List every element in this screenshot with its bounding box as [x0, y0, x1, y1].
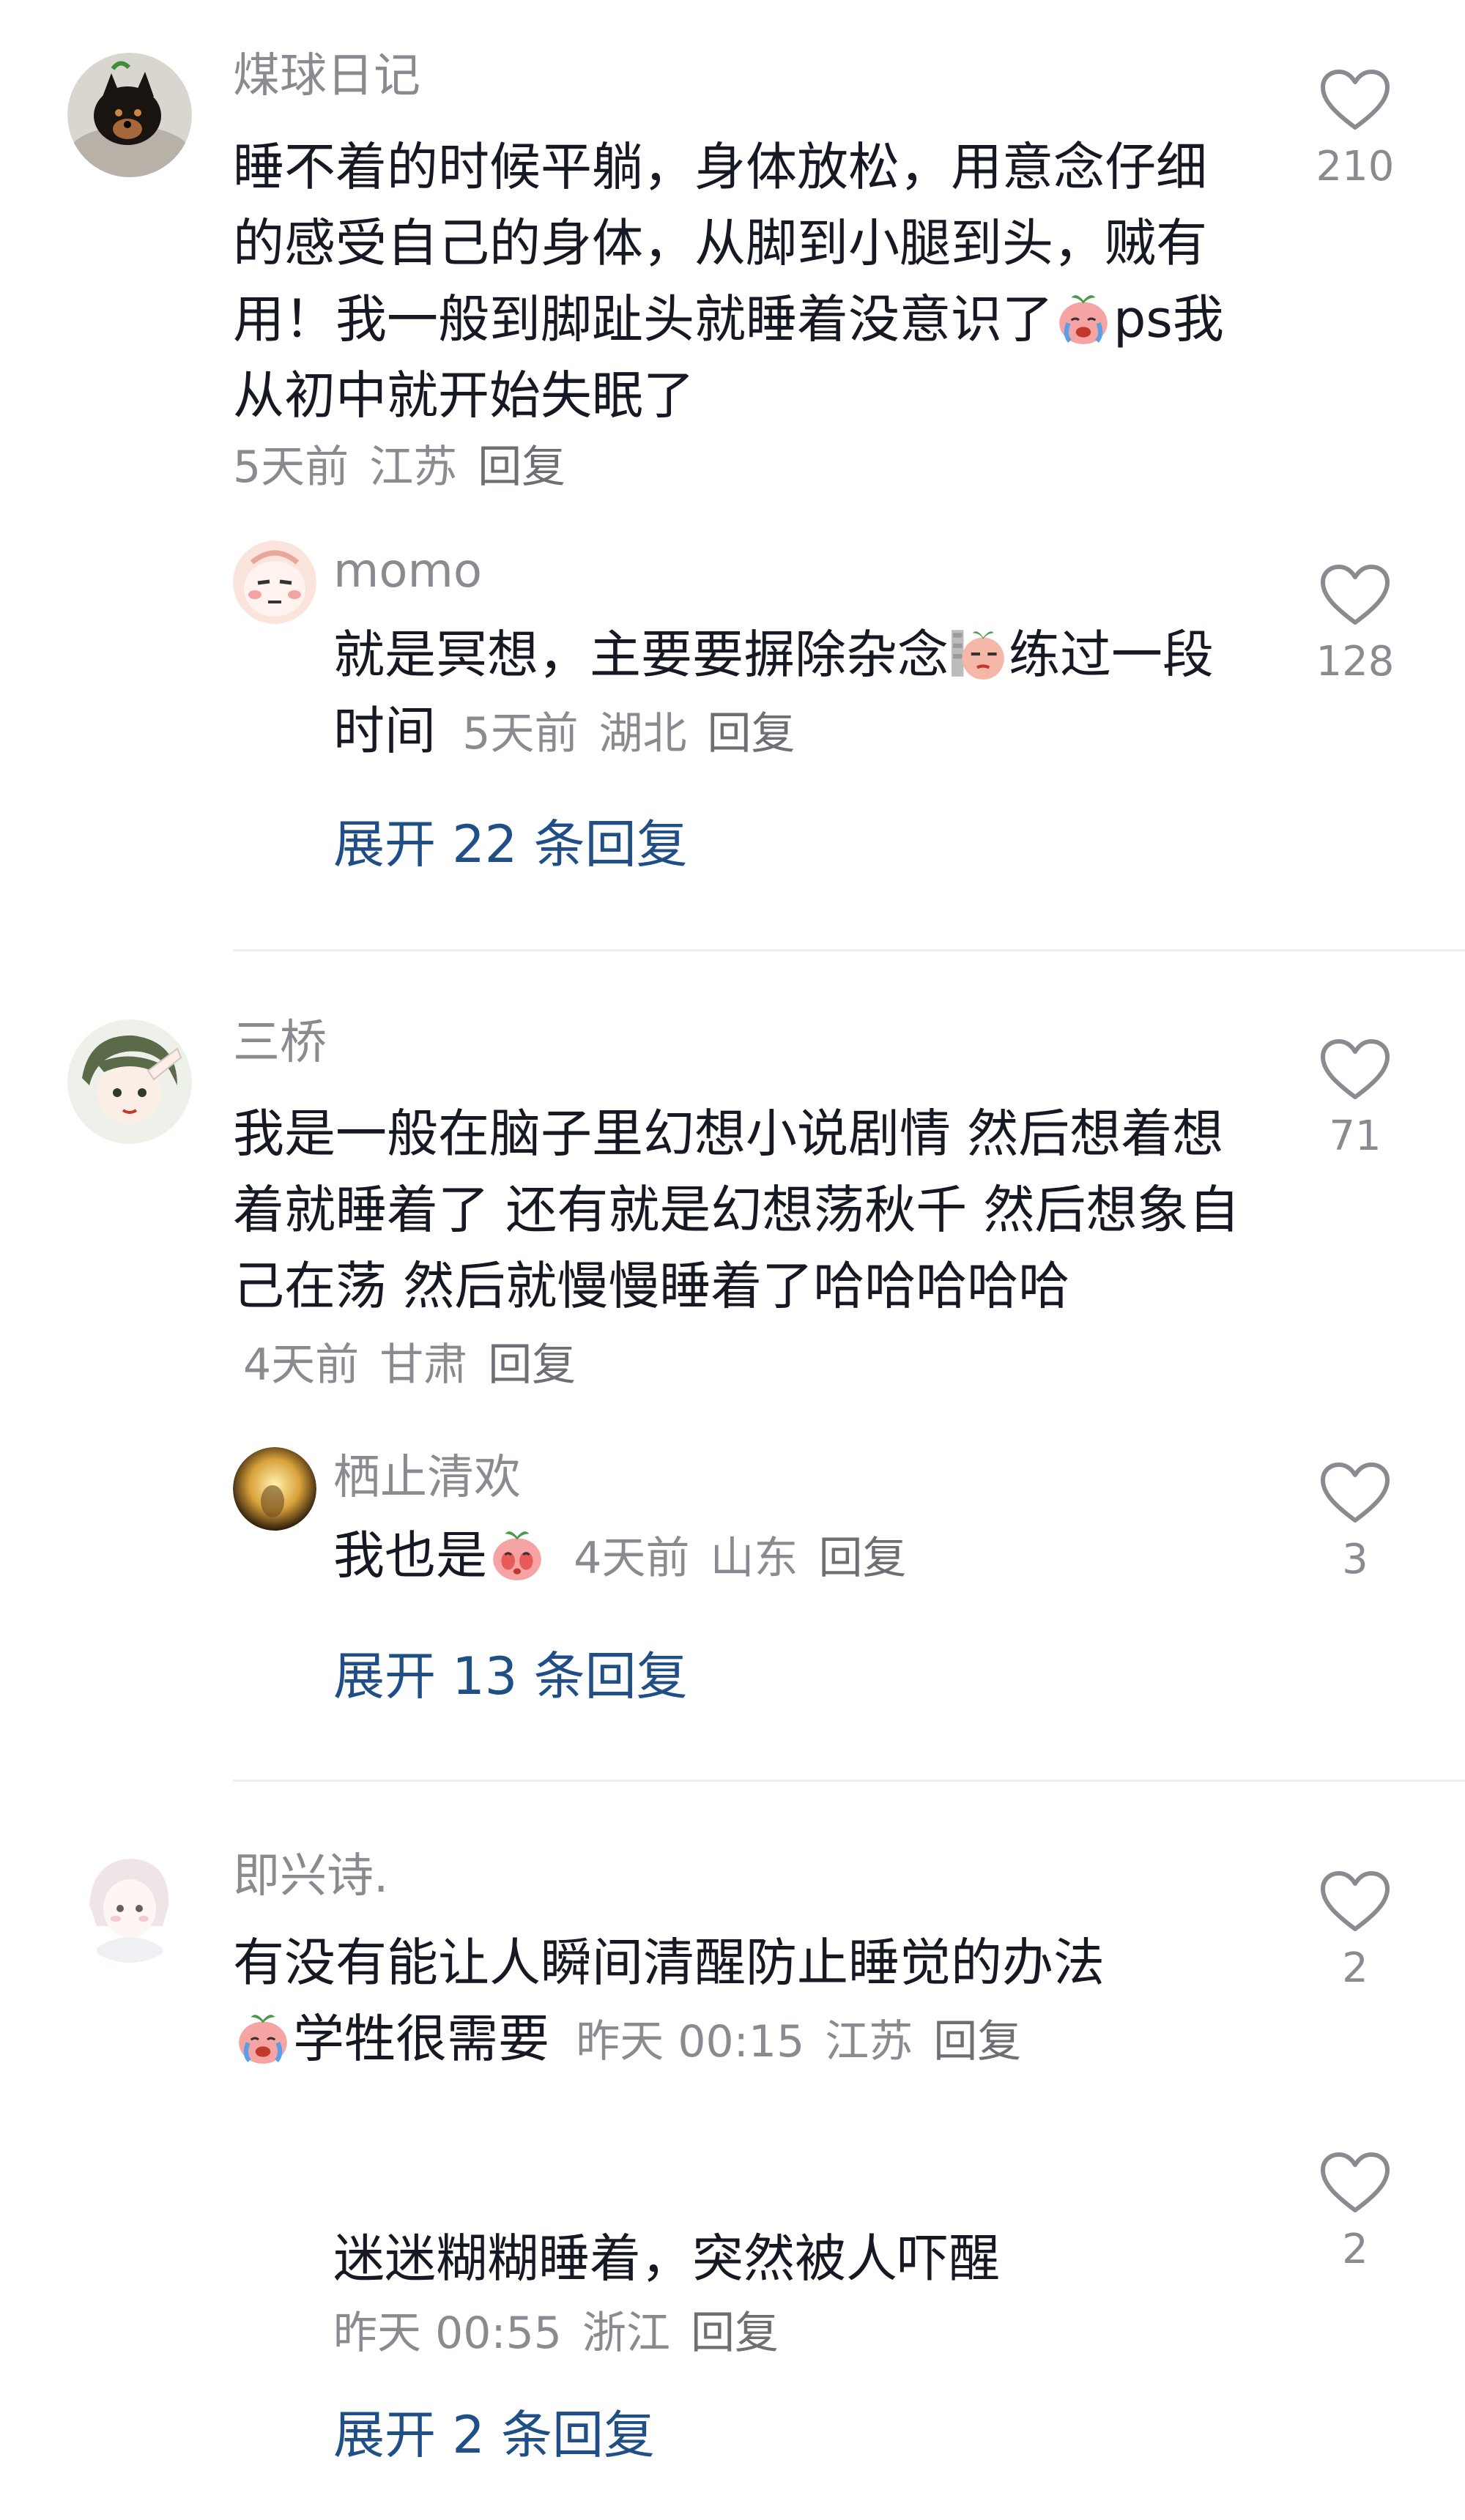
crying-peach-emoji-icon — [239, 2015, 287, 2064]
comment-text-line: 有没有能让人瞬间清醒防止睡觉的办法 — [233, 1933, 1105, 1993]
reply-text: 就是冥想，主要要摒除杂念 练过一段时间 5天前 湖北 回复 — [333, 617, 1264, 772]
avatar[interactable] — [67, 53, 192, 177]
reply-location: 山东 — [710, 1533, 798, 1584]
comment-meta: 5天前 江苏 回复 — [233, 445, 586, 489]
heart-outline-icon — [1321, 1871, 1390, 1931]
reply-time: 5天前 — [462, 708, 579, 759]
comment-username[interactable]: 即兴诗. — [233, 1853, 388, 1900]
crying-peach-emoji-icon — [1059, 295, 1108, 344]
divider — [233, 949, 1465, 951]
like-count: 210 — [1316, 143, 1395, 190]
comment-time: 4天前 — [243, 1339, 360, 1391]
comment-text: 睡不着的时候平躺，身体放松，用意念仔细的感受自己的身体，从脚到小腿到头，贼有用！… — [233, 129, 1244, 434]
comment-location: 甘肃 — [379, 1339, 468, 1391]
comment-text: 我是一般在脑子里幻想小说剧情 然后想着想着就睡着了 还有就是幻想荡秋千 然后想象… — [233, 1096, 1258, 1403]
reply-time: 4天前 — [574, 1533, 690, 1584]
like-count: 3 — [1342, 1536, 1368, 1583]
heart-outline-icon — [1321, 70, 1390, 130]
reply-button[interactable]: 回复 — [478, 442, 565, 493]
reply-button[interactable]: 回复 — [707, 708, 795, 759]
like-button[interactable]: 3 — [1311, 1460, 1399, 1580]
like-count: 71 — [1329, 1112, 1381, 1160]
heart-outline-icon — [1321, 2152, 1390, 2212]
comment-username[interactable]: 三桥 — [233, 1019, 327, 1066]
expand-replies-button[interactable]: 展开 2 条回复 — [333, 2409, 655, 2461]
smirk-peach-emoji-icon — [952, 630, 1004, 680]
expand-replies-button[interactable]: 展开 13 条回复 — [333, 1651, 688, 1702]
like-button[interactable]: 71 — [1311, 1037, 1399, 1157]
expand-replies-button[interactable]: 展开 22 条回复 — [333, 819, 688, 870]
comment-time: 昨天 00:15 — [576, 2016, 805, 2067]
comment-meta: 昨天 00:15 江苏 回复 — [576, 2016, 1042, 2067]
like-button[interactable]: 2 — [1311, 2150, 1399, 2270]
reply-button[interactable]: 回复 — [818, 1533, 906, 1584]
avatar[interactable] — [233, 1447, 316, 1531]
comment-location: 江苏 — [369, 442, 458, 493]
reply-text: 我也是 4天前 山东 回复 — [333, 1517, 1264, 1597]
heart-outline-icon — [1321, 1039, 1390, 1099]
avatar[interactable] — [67, 1838, 192, 1963]
reply-text-part: 我也是 — [333, 1525, 487, 1586]
shy-peach-emoji-icon — [493, 1531, 541, 1580]
reply-meta: 5天前 湖北 回复 — [462, 708, 815, 759]
reply-button[interactable]: 回复 — [933, 2016, 1021, 2067]
heart-outline-icon — [1321, 1462, 1390, 1523]
comment-location: 江苏 — [825, 2016, 913, 2067]
like-count: 2 — [1342, 2226, 1368, 2273]
reply-username[interactable]: 栖止清欢 — [333, 1454, 521, 1501]
comment-time: 5天前 — [233, 442, 349, 493]
comment-text-part: 我是一般在脑子里幻想小说剧情 然后想着想着就睡着了 还有就是幻想荡秋千 然后想象… — [233, 1104, 1240, 1316]
comment-username[interactable]: 煤球日记 — [233, 53, 420, 100]
like-button[interactable]: 2 — [1311, 1869, 1399, 1989]
reply-button[interactable]: 回复 — [691, 2308, 779, 2359]
reply-meta: 4天前 山东 回复 — [574, 1533, 927, 1584]
like-count: 128 — [1316, 638, 1395, 685]
comment-text-part: 学牲很需要 — [293, 2009, 549, 2069]
reply-username[interactable]: momo — [333, 548, 482, 595]
reply-text-part: 就是冥想，主要要摒除杂念 — [333, 625, 949, 685]
divider — [233, 1780, 1465, 1782]
reply-location: 湖北 — [598, 708, 687, 759]
comment-meta: 4天前 甘肃 回复 — [243, 1339, 596, 1391]
like-button[interactable]: 210 — [1311, 67, 1399, 187]
like-count: 2 — [1342, 1944, 1368, 1992]
reply-meta: 昨天 00:55 浙江 回复 — [333, 2311, 799, 2355]
heart-outline-icon — [1321, 565, 1390, 625]
comment-text-line: 学牲很需要 昨天 00:15 江苏 回复 — [233, 2001, 1258, 2080]
like-button[interactable]: 128 — [1311, 562, 1399, 683]
reply-text: 迷迷糊糊睡着，突然被人吓醒 — [333, 2229, 1000, 2289]
comment-text: 有没有能让人瞬间清醒防止睡觉的办法 学牲很需要 昨天 00:15 江苏 回复 — [233, 1925, 1258, 2080]
avatar[interactable] — [67, 1019, 192, 1144]
reply-location: 浙江 — [582, 2308, 670, 2359]
reply-button[interactable]: 回复 — [488, 1339, 576, 1391]
avatar[interactable] — [233, 540, 316, 624]
reply-time: 昨天 00:55 — [333, 2308, 562, 2359]
